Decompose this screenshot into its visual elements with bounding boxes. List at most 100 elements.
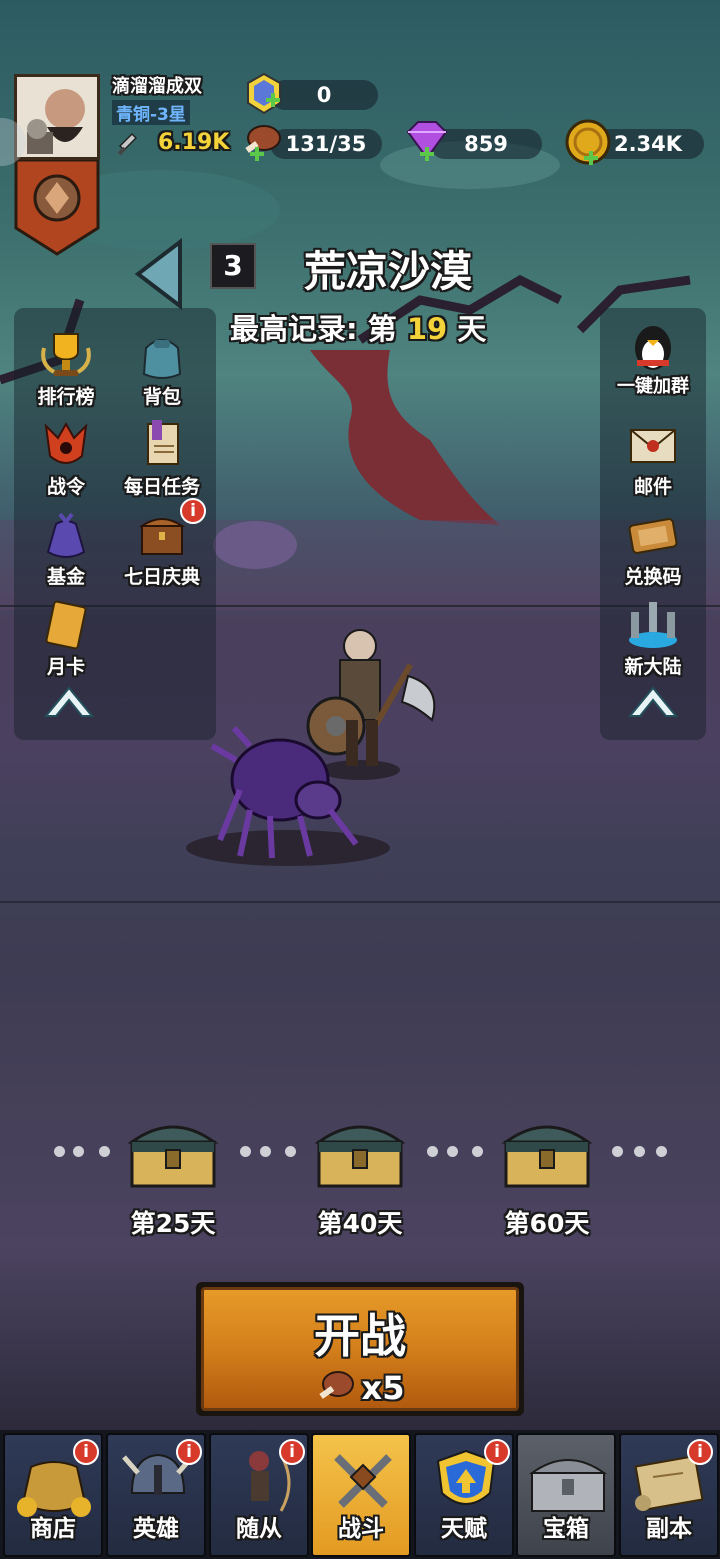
backpack-icon: [142, 339, 182, 379]
rank-emblem-icon: [14, 158, 100, 256]
diamond-value: 859: [464, 132, 508, 156]
sword-icon: [116, 132, 138, 162]
chest-icon: [127, 1125, 219, 1188]
best-record-prefix: 最高记录: 第: [230, 312, 397, 346]
start-battle-label: 开战: [314, 1309, 406, 1363]
tab-talent[interactable]: i 天赋: [414, 1433, 514, 1557]
month-card-icon: [45, 600, 87, 650]
tab-dungeon[interactable]: i 副本: [619, 1433, 719, 1557]
tab-shop[interactable]: i 商店: [3, 1433, 103, 1557]
game-scene: 滴溜溜成双 青铜-3星 6.19K 0 131/35 859 2.34K 3 荒…: [0, 0, 720, 1559]
stage-number: 3: [210, 243, 256, 289]
hex-gem-value: 0: [316, 83, 332, 107]
chevron-up-icon: [627, 686, 679, 717]
battle-characters: [186, 629, 436, 866]
prev-stage-button[interactable]: [132, 237, 184, 314]
milestone-label-1: 第25天: [130, 1209, 216, 1238]
menu-redeem-code-label: 兑换码: [624, 566, 682, 588]
menu-fund[interactable]: 基金: [18, 508, 114, 594]
tab-follower-label: 随从: [236, 1516, 282, 1542]
milestone-label-2: 第40天: [317, 1209, 403, 1238]
menu-redeem-code[interactable]: 兑换码: [605, 508, 701, 594]
menu-join-group[interactable]: 一键加群: [605, 318, 701, 404]
chest-icon: [314, 1125, 406, 1188]
menu-leaderboard-label: 排行榜: [37, 386, 95, 408]
menu-daily-task[interactable]: 每日任务: [114, 418, 210, 504]
tab-chest[interactable]: 宝箱: [516, 1433, 616, 1557]
tab-talent-label: 天赋: [441, 1516, 487, 1542]
chest-icon: [528, 1459, 608, 1512]
milestone-chest-2[interactable]: [313, 1112, 407, 1194]
meat-icon: [245, 125, 281, 161]
best-record-suffix: 天: [457, 312, 487, 346]
meat-add-button[interactable]: [242, 122, 282, 166]
menu-battle-pass-label: 战令: [46, 476, 85, 498]
player-avatar[interactable]: [14, 74, 100, 160]
warrior-hero-icon: [306, 629, 436, 766]
milestone-label-3: 第60天: [504, 1209, 590, 1238]
notification-badge: i: [687, 1439, 713, 1465]
rank-banner[interactable]: [14, 158, 100, 256]
tab-dungeon-label: 副本: [646, 1516, 692, 1542]
tab-follower[interactable]: i 随从: [209, 1433, 309, 1557]
right-menu-collapse-button[interactable]: [626, 682, 680, 724]
menu-backpack[interactable]: 背包: [114, 328, 210, 414]
menu-mail[interactable]: 邮件: [605, 418, 701, 504]
milestone-chest-1[interactable]: [126, 1112, 220, 1194]
menu-month-card[interactable]: 月卡: [18, 598, 114, 684]
menu-backpack-label: 背包: [142, 386, 181, 408]
notification-badge: i: [484, 1439, 510, 1465]
start-battle-cost: x5: [361, 1369, 405, 1407]
notification-badge: i: [180, 498, 206, 524]
notification-badge: i: [176, 1439, 202, 1465]
daily-task-icon: [147, 420, 179, 465]
hex-gem-add-button[interactable]: [246, 72, 282, 120]
chevron-up-icon: [43, 686, 95, 717]
menu-month-card-label: 月卡: [46, 656, 85, 678]
fund-bag-icon: [46, 512, 86, 558]
menu-seven-day-label: 七日庆典: [123, 566, 200, 588]
ticket-icon: [628, 518, 678, 554]
arrow-left-icon: [134, 237, 182, 311]
left-menu-collapse-button[interactable]: [42, 682, 96, 724]
stage-name: 荒凉沙漠: [304, 247, 473, 296]
meat-counter: 131/35: [270, 129, 382, 159]
power-value: 6.19K: [158, 130, 230, 155]
best-record-day: 19: [406, 312, 448, 346]
start-battle-button[interactable]: 开战 x5: [196, 1282, 524, 1416]
tab-hero[interactable]: i 英雄: [106, 1433, 206, 1557]
menu-daily-task-label: 每日任务: [123, 476, 200, 498]
gold-coin-icon: [565, 119, 611, 165]
menu-leaderboard[interactable]: 排行榜: [18, 328, 114, 414]
menu-join-group-label: 一键加群: [617, 376, 689, 397]
notification-badge: i: [279, 1439, 305, 1465]
mail-icon: [630, 429, 676, 463]
tab-shop-label: 商店: [30, 1516, 76, 1542]
menu-battle-pass[interactable]: 战令: [18, 418, 114, 504]
trophy-icon: [41, 333, 91, 376]
player-rank: 青铜-3星: [112, 100, 190, 125]
meat-value: 131/35: [285, 132, 367, 156]
meat-icon: [318, 1371, 354, 1399]
tab-chest-label: 宝箱: [543, 1516, 589, 1542]
warrior-portrait-icon: [17, 77, 97, 157]
tab-battle[interactable]: 战斗: [311, 1433, 411, 1557]
penguin-icon: [635, 326, 671, 370]
player-name: 滴溜溜成双: [112, 76, 202, 97]
menu-seven-day[interactable]: 七日庆典 i: [114, 498, 210, 594]
hex-gem-icon: [247, 72, 281, 115]
battle-pass-icon: [44, 421, 88, 464]
menu-fund-label: 基金: [46, 566, 85, 588]
best-record: 最高记录: 第 19 天: [230, 306, 486, 348]
diamond-icon: [406, 121, 448, 161]
diamond-add-button[interactable]: [402, 120, 452, 168]
menu-new-continent-label: 新大陆: [624, 656, 682, 678]
chest-icon: [501, 1125, 593, 1188]
hex-gem-counter: 0: [270, 80, 378, 110]
menu-new-continent[interactable]: 新大陆: [605, 598, 701, 684]
milestone-chest-3[interactable]: [500, 1112, 594, 1194]
tab-battle-label: 战斗: [338, 1516, 384, 1542]
gold-add-button[interactable]: [564, 118, 614, 172]
menu-mail-label: 邮件: [633, 476, 672, 498]
tab-hero-label: 英雄: [133, 1516, 179, 1542]
